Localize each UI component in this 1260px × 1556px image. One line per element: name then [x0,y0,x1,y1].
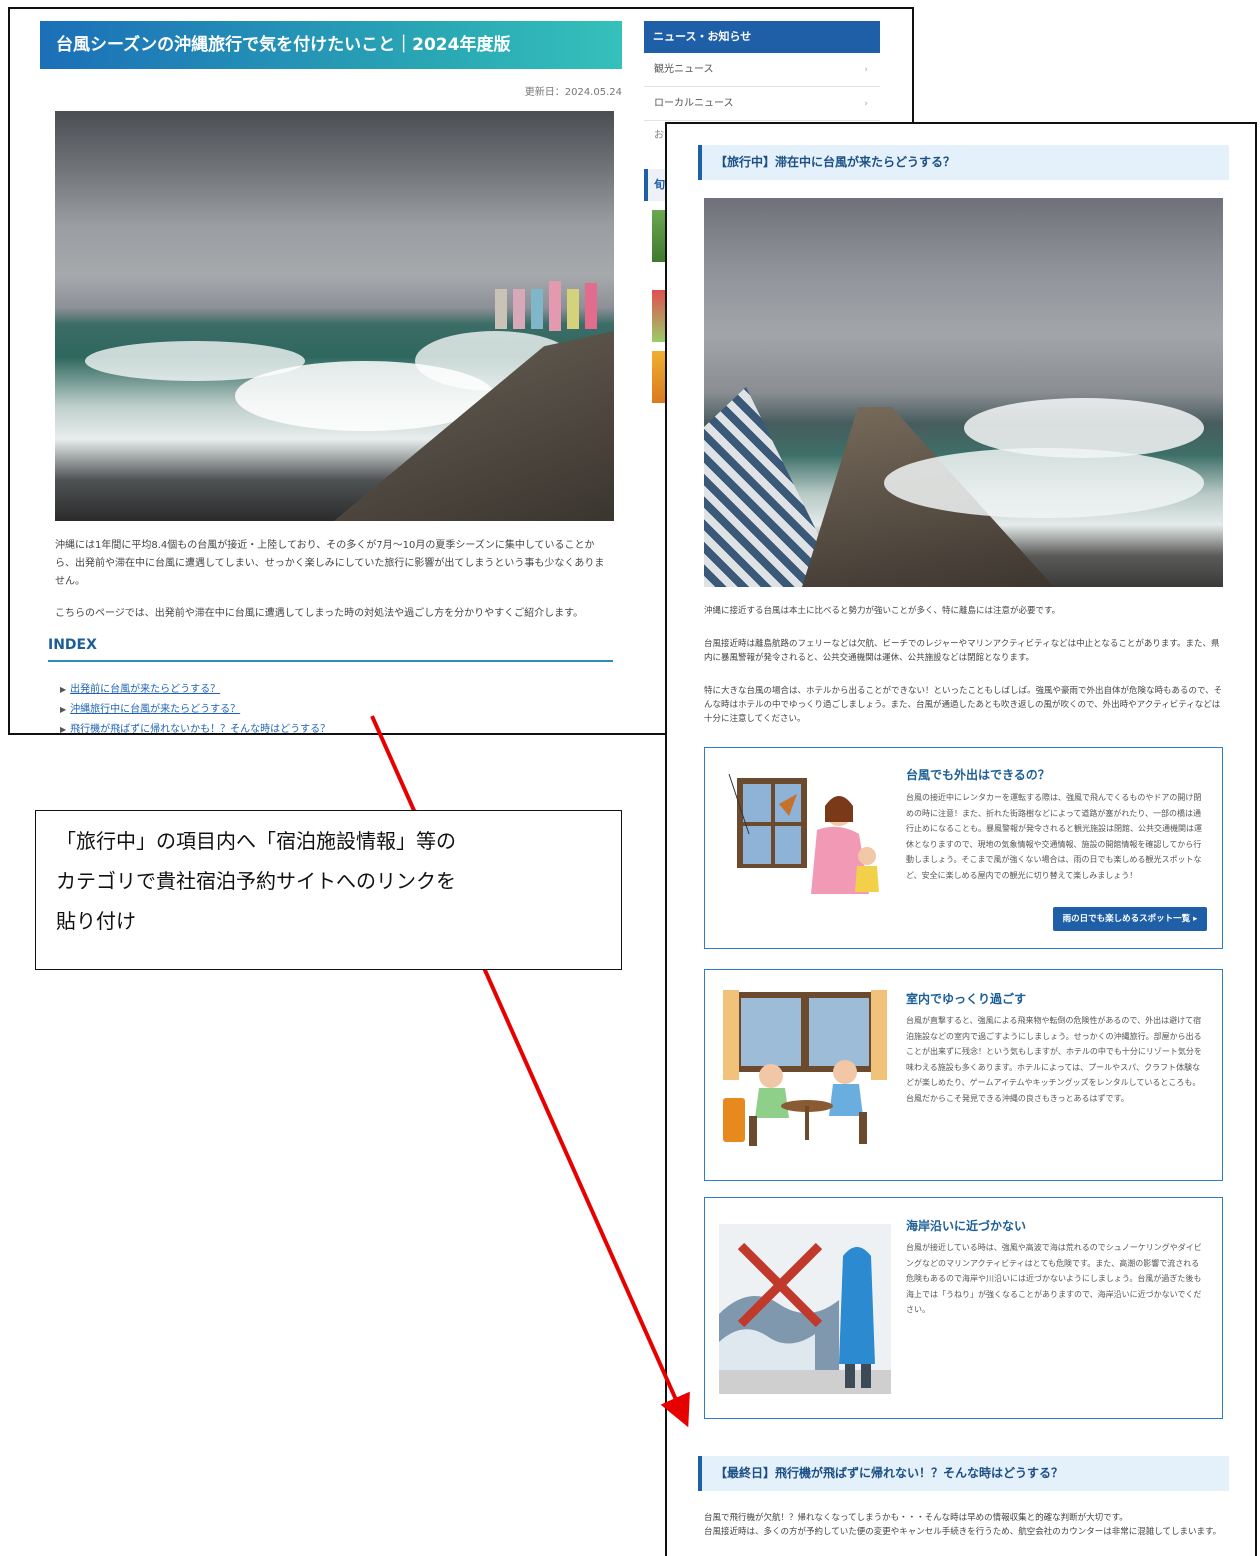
card-title: 台風でも外出はできるの？ [906,768,1050,782]
index-link[interactable]: ▶ 沖縄旅行中に台風が来たらどうする？ [60,700,622,720]
callout-line: カテゴリで貴社宿泊予約サイトへのリンクを [56,869,456,893]
chevron-right-icon: › [864,99,868,109]
couple-hotel-room-illustration [719,988,891,1152]
body-paragraph: 特に大きな台風の場合は、ホテルから出ることができない！といったこともしばしば。強… [704,686,1223,724]
family-window-illustration [719,764,891,906]
article-screenshot-right: 【旅行中】滞在中に台風が来たらどうする？ 沖縄に接近する台風は本土に比べると勢力… [665,122,1257,1556]
body-paragraph: 台風で飛行機が欠航！？帰れなくなってしまうかも・・・そんな時は早めの情報収集と的… [704,1513,1128,1523]
card-title: 海岸沿いに近づかない [906,1219,1027,1233]
index-heading: INDEX [48,637,613,662]
sidebar-thumbnail[interactable] [652,351,666,403]
index-link[interactable]: ▶ 出発前に台風が来たらどうする？ [60,680,622,700]
index-link[interactable]: ▶ 飛行機が飛ばずに帰れないかも！？そんな時はどうする？ [60,720,622,733]
intro-paragraph: 沖縄には1年間に平均8.4個もの台風が接近・上陸しており、その多くが7月～10月… [55,540,605,587]
callout-line: 「旅行中」の項目内へ「宿泊施設情報」等の [56,829,456,853]
sidebar-thumbnail[interactable] [652,210,666,262]
sidebar-item-tourism-news[interactable]: 観光ニュース › [644,53,880,87]
sidebar-item-local-news[interactable]: ローカルニュース › [644,87,880,121]
card-body: 台風が直撃すると、強風による飛来物や転倒の危険性があるので、外出は避けて宿泊施設… [906,1016,1202,1103]
chevron-right-icon: › [864,65,868,75]
rainy-day-spots-button[interactable]: 雨の日でも楽しめるスポット一覧 ▸ [1053,907,1207,931]
callout-line: 貼り付け [56,909,136,933]
info-card-stay-indoors: 室内でゆっくり過ごす 台風が直撃すると、強風による飛来物や転倒の危険性があるので… [704,969,1223,1181]
info-card-going-out: 台風でも外出はできるの？ 台風の接近中にレンタカーを運転する際は、強風で飛んでく… [704,747,1223,949]
section-heading-last-day: 【最終日】飛行機が飛ばずに帰れない！？そんな時はどうする？ [698,1456,1229,1491]
sidebar-thumbnail[interactable] [652,290,666,342]
coast-warning-illustration [719,1224,891,1394]
card-body: 台風の接近中にレンタカーを運転する際は、強風で飛んでくるものやドアの開け閉めの時… [906,793,1202,880]
article-title: 台風シーズンの沖縄旅行で気を付けたいこと｜2024年度版 [40,21,622,69]
sidebar-heading: ニュース・お知らせ [644,21,880,53]
card-title: 室内でゆっくり過ごす [906,992,1027,1006]
article-main-column: 台風シーズンの沖縄旅行で気を付けたいこと｜2024年度版 更新日：2024.05… [40,21,622,733]
section-heading-during-trip: 【旅行中】滞在中に台風が来たらどうする？ [698,145,1229,180]
updated-date: 更新日：2024.05.24 [524,87,622,98]
index-list: ▶ 出発前に台風が来たらどうする？ ▶ 沖縄旅行中に台風が来たらどうする？ ▶ 飛行機… [60,680,622,733]
typhoon-seawall-photo [55,111,614,521]
body-paragraph: 台風接近時は離島航路のフェリーなどは欠航、ビーチでのレジャーやマリンアクティビテ… [704,639,1220,663]
card-body: 台風が接近している時は、強風や高波で海は荒れるのでシュノーケリングやダイビングな… [906,1243,1202,1314]
body-paragraph: 沖縄に接近する台風は本土に比べると勢力が強いことが多く、特に離島には注意が必要で… [704,606,1061,616]
body-paragraph: 台風接近時は、多くの方が予約していた便の変更やキャンセル手続きを行うため、航空会… [704,1527,1222,1537]
typhoon-waves-photo [704,198,1223,587]
info-card-avoid-coast: 海岸沿いに近づかない 台風が接近している時は、強風や高波で海は荒れるのでシュノー… [704,1197,1223,1419]
intro-paragraph: こちらのページでは、出発前や滞在中に台風に遭遇してしまった時の対処法や過ごし方を… [55,608,584,619]
annotation-callout: 「旅行中」の項目内へ「宿泊施設情報」等の カテゴリで貴社宿泊予約サイトへのリンク… [35,810,622,970]
